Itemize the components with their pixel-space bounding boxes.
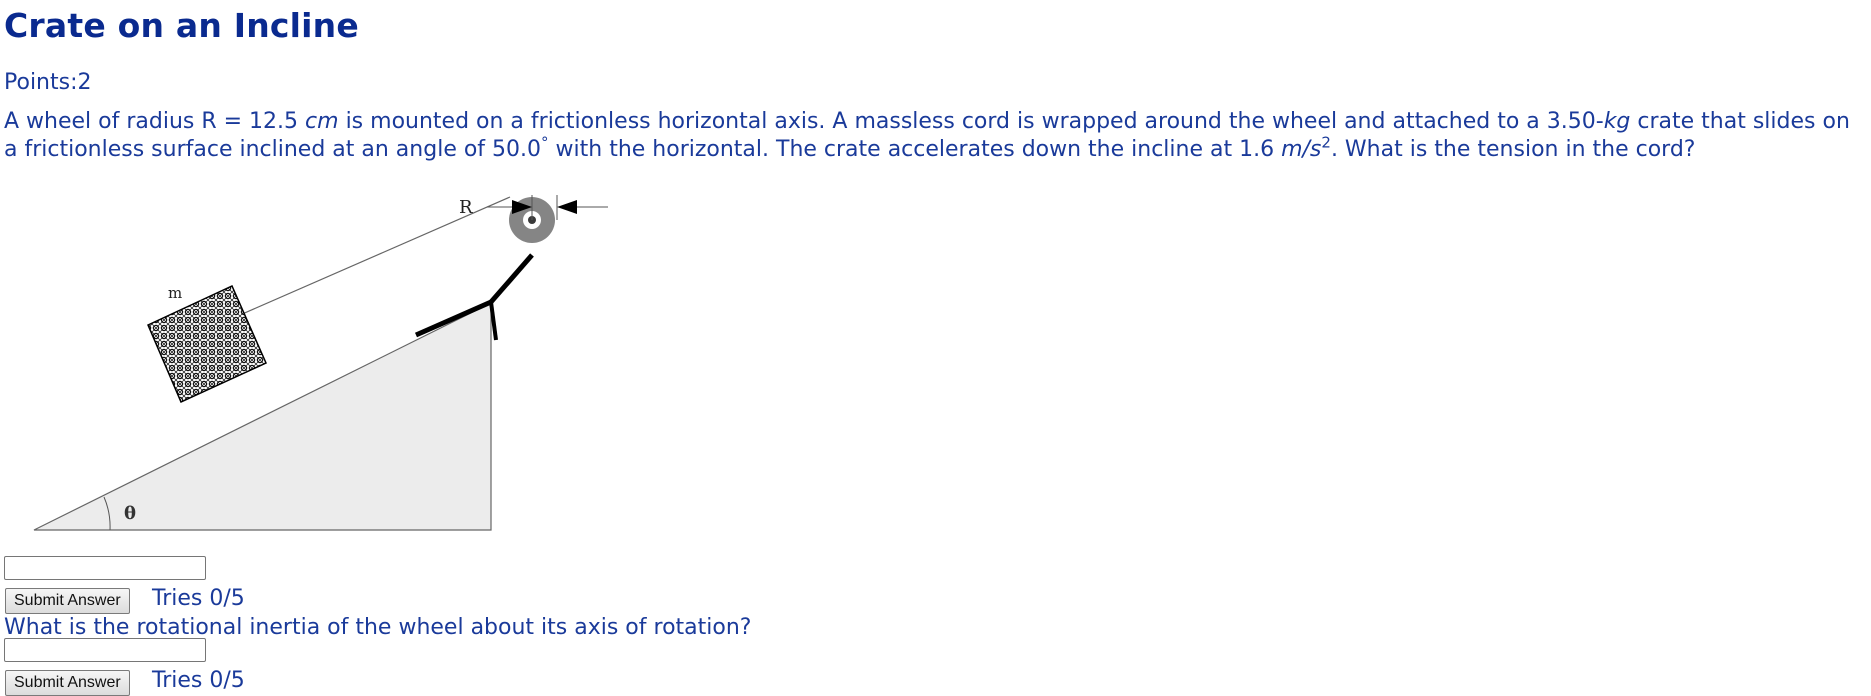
unit-ms: m/s — [1281, 137, 1322, 162]
rotational-inertia-input[interactable] — [4, 638, 206, 662]
theta-label: θ — [124, 503, 136, 524]
question-text-part: with the horizontal. The crate accelerat… — [548, 137, 1282, 162]
incline-ramp — [33, 302, 492, 531]
rotational-inertia-tries-label: Tries 0/5 — [152, 668, 245, 693]
mass-label: m — [168, 284, 182, 302]
degree-symbol: ° — [541, 133, 549, 152]
question-text: A wheel of radius R = 12.5 cm is mounted… — [4, 108, 1864, 164]
unit-kg: kg — [1603, 109, 1631, 134]
tension-tries-label: Tries 0/5 — [152, 586, 245, 611]
question-text-part: is mounted on a frictionless horizontal … — [338, 109, 1604, 134]
unit-exponent: 2 — [1321, 133, 1331, 152]
question-text-part: . What is the tension in the cord? — [1330, 137, 1696, 162]
tension-answer-input[interactable] — [4, 556, 206, 580]
page-title: Crate on an Incline — [4, 6, 359, 45]
rotational-inertia-question: What is the rotational inertia of the wh… — [4, 615, 752, 640]
incline-diagram: θ m R — [33, 195, 608, 531]
points-label: Points:2 — [4, 70, 92, 95]
submit-tension-button[interactable]: Submit Answer — [5, 588, 130, 614]
radius-label: R — [459, 197, 473, 218]
unit-cm: cm — [305, 109, 339, 134]
submit-rotational-inertia-button[interactable]: Submit Answer — [5, 670, 130, 696]
question-text-part: A wheel of radius R = 12.5 — [4, 109, 306, 134]
crate — [147, 284, 267, 404]
